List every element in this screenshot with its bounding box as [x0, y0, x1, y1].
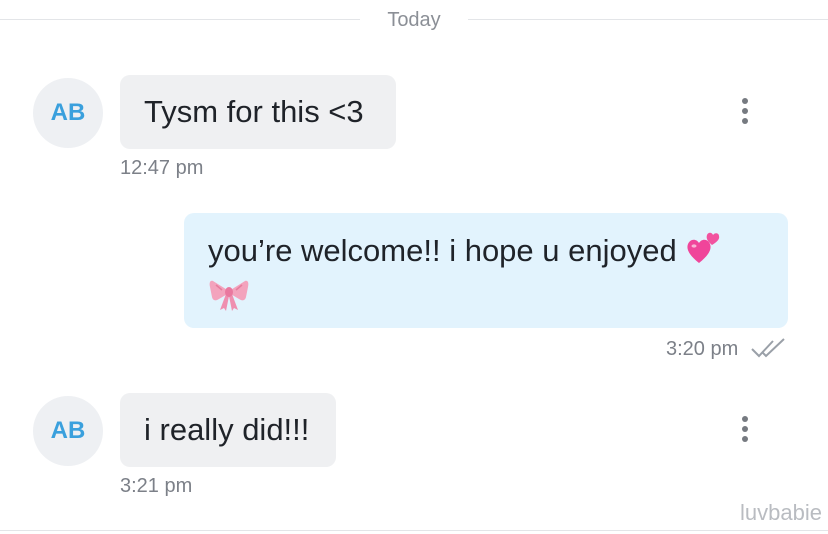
avatar-initials: AB [50, 99, 86, 126]
incoming-message-bubble[interactable]: Tysm for this <3 [120, 75, 396, 149]
more-options-icon[interactable] [735, 414, 755, 444]
date-divider-label: Today [387, 9, 441, 31]
message-timestamp: 3:21 pm [120, 475, 193, 497]
divider-line-left [0, 19, 360, 20]
message-text: you’re welcome!! i hope u enjoyed [208, 233, 677, 269]
message-text: i really did!!! [144, 412, 310, 447]
read-double-check-icon [750, 337, 790, 364]
date-divider: Today [0, 8, 828, 32]
two-hearts-icon [685, 229, 723, 277]
outgoing-message-bubble[interactable]: you’re welcome!! i hope u enjoyed [184, 213, 788, 328]
avatar[interactable]: AB [33, 78, 103, 148]
watermark: luvbabie [740, 500, 822, 525]
avatar[interactable]: AB [33, 396, 103, 466]
more-options-icon[interactable] [735, 96, 755, 126]
chat-screen: Today AB Tysm for this <3 12:47 pm you’r… [0, 0, 828, 534]
incoming-message-bubble[interactable]: i really did!!! [120, 393, 336, 467]
divider-line [0, 530, 828, 531]
message-timestamp: 12:47 pm [120, 157, 204, 179]
message-timestamp: 3:20 pm [666, 338, 739, 360]
ribbon-bow-icon [208, 277, 250, 323]
divider-line-right [468, 19, 828, 20]
avatar-initials: AB [50, 417, 86, 444]
message-text: Tysm for this <3 [144, 94, 364, 129]
